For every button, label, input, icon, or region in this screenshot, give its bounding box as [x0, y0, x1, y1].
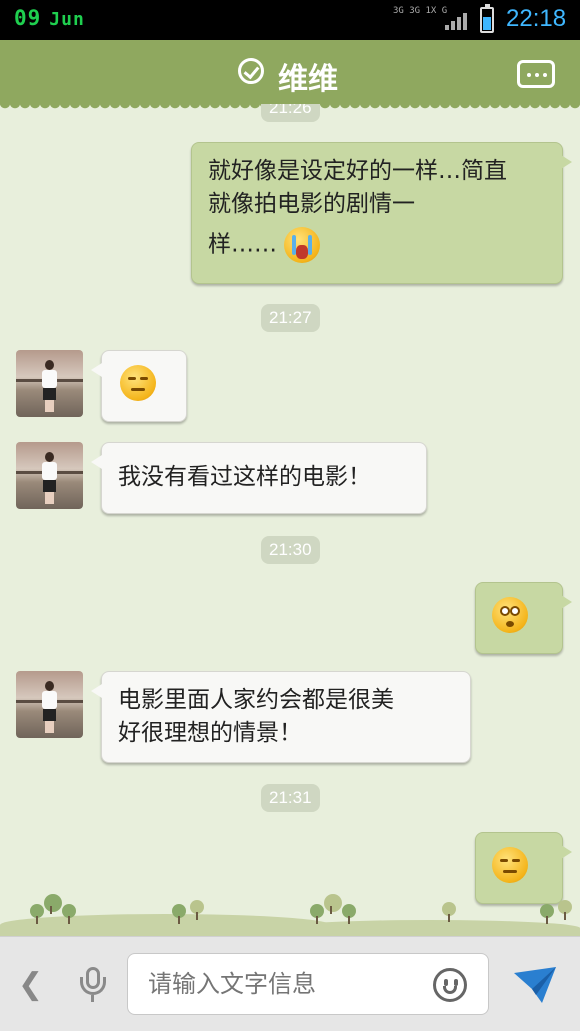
- more-options-button[interactable]: [517, 60, 555, 88]
- shocked-emoji-icon: [492, 597, 528, 633]
- network-indicator: 3G 3G 1X G: [393, 6, 448, 16]
- microphone-icon[interactable]: [80, 967, 106, 1003]
- smirk-emoji-icon: [120, 365, 156, 401]
- message-incoming[interactable]: 电影里面人家约会都是很美 好很理想的情景！: [91, 671, 471, 763]
- message-text: 电影里面人家约会都是很美: [118, 687, 394, 713]
- signal-icon: [445, 12, 469, 30]
- contact-name[interactable]: 维维: [278, 54, 338, 98]
- message-text: 好很理想的情景！: [118, 720, 302, 746]
- message-incoming[interactable]: [91, 350, 187, 422]
- message-outgoing[interactable]: 就好像是设定好的一样…简直 就像拍电影的剧情一 样……: [191, 142, 572, 284]
- timestamp: 21:31: [261, 784, 320, 812]
- crying-emoji-icon: [284, 227, 321, 263]
- timestamp: 21:27: [261, 304, 320, 332]
- landscape-decoration: [0, 886, 580, 936]
- timestamp: 21:26: [261, 104, 320, 122]
- chevron-left-icon[interactable]: ❮: [18, 967, 43, 1002]
- message-incoming[interactable]: 我没有看过这样的电影！: [91, 442, 427, 514]
- chat-area[interactable]: 21:26 就好像是设定好的一样…简直 就像拍电影的剧情一 样…… 21:27 …: [0, 104, 580, 936]
- message-text: 样……: [208, 231, 277, 258]
- check-circle-icon: [238, 58, 264, 84]
- timestamp: 21:30: [261, 536, 320, 564]
- smiley-icon[interactable]: [433, 968, 467, 1002]
- status-bar: 09 Jun 3G 3G 1X G 22:18: [0, 0, 580, 40]
- squint-emoji-icon: [492, 847, 528, 883]
- input-bar: ❮: [0, 936, 580, 1031]
- avatar[interactable]: [16, 671, 83, 738]
- avatar[interactable]: [16, 442, 83, 509]
- chat-header: 维维: [0, 40, 580, 111]
- avatar[interactable]: [16, 350, 83, 417]
- message-text: 就像拍电影的剧情一: [208, 191, 415, 217]
- message-text: 我没有看过这样的电影！: [118, 464, 371, 490]
- status-date: 09 Jun: [14, 6, 85, 30]
- status-time: 22:18: [506, 5, 567, 32]
- message-outgoing[interactable]: [475, 582, 572, 654]
- send-icon[interactable]: [512, 965, 558, 1005]
- battery-icon: [480, 4, 494, 33]
- message-text: 就好像是设定好的一样…简直: [208, 158, 507, 184]
